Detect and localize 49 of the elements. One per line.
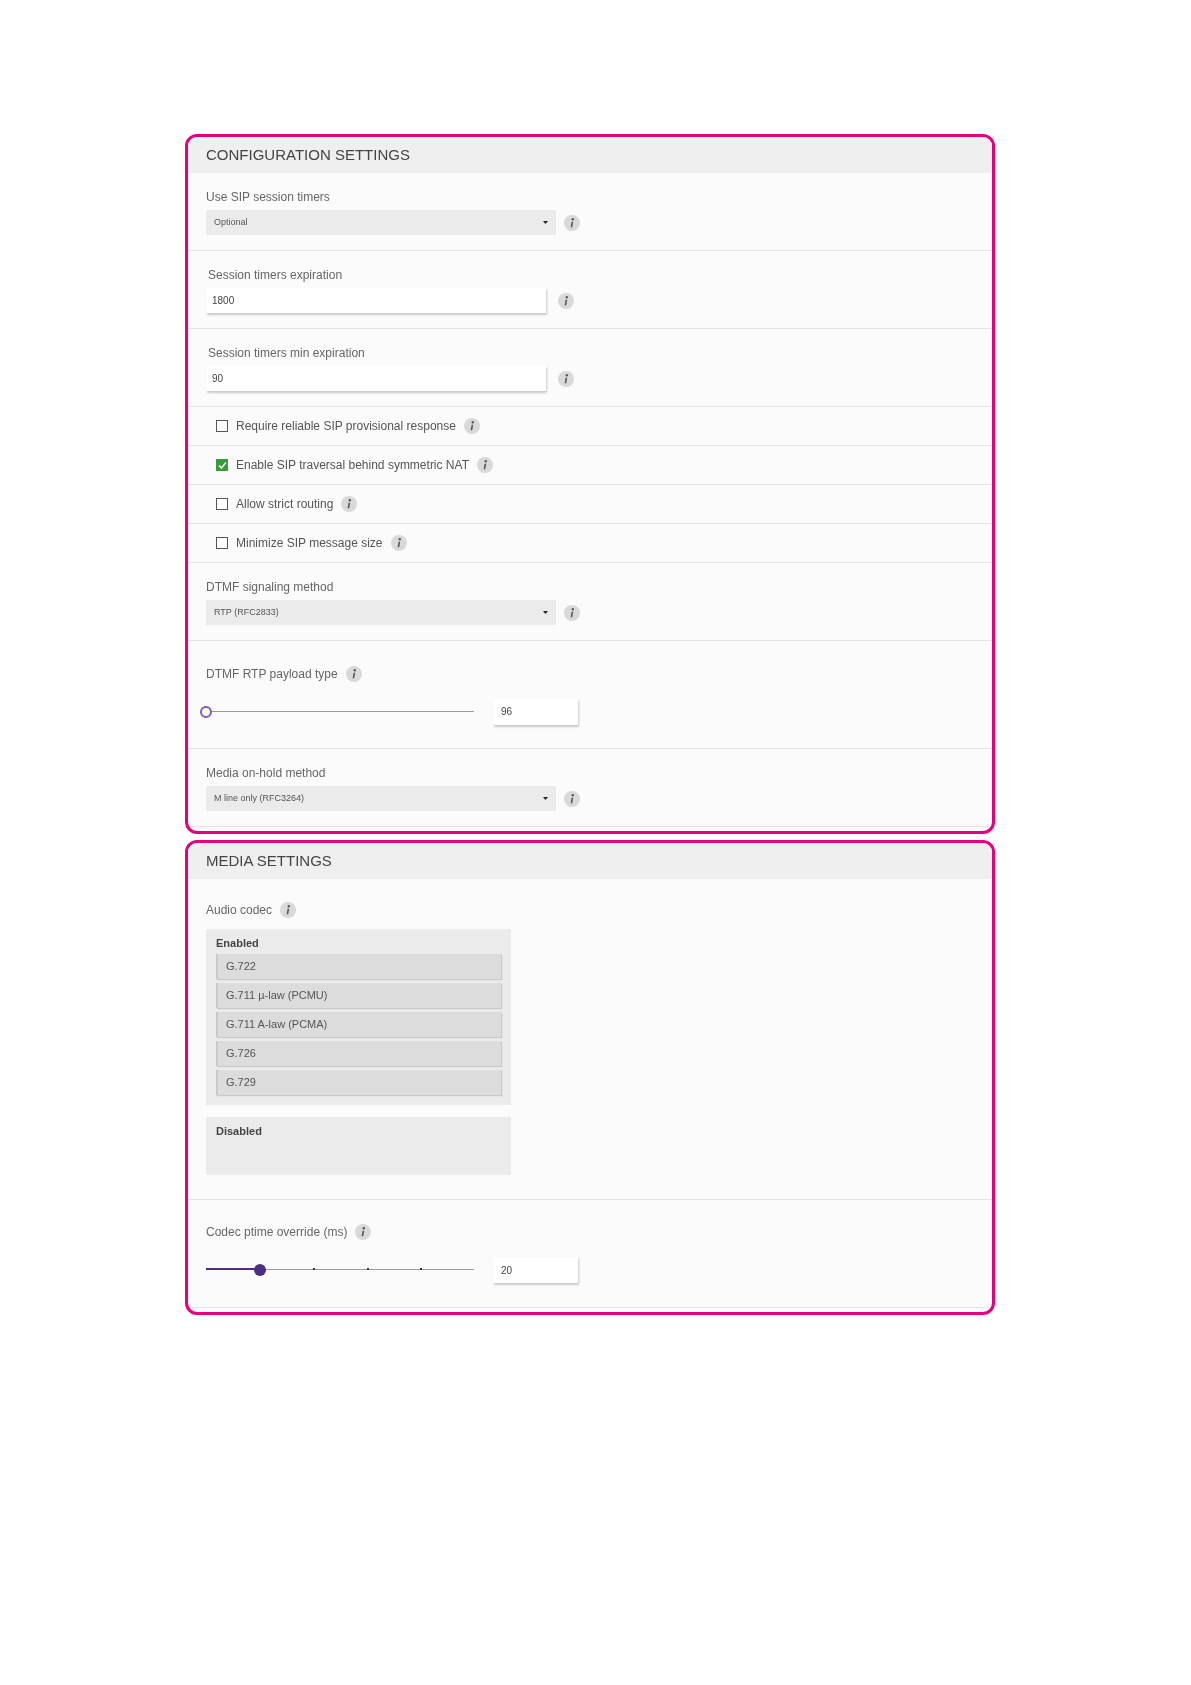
list-title: Disabled <box>216 1123 263 1139</box>
info-icon[interactable] <box>558 292 574 309</box>
value-field[interactable]: 20 <box>493 1257 578 1283</box>
list-title: Enabled <box>216 936 260 951</box>
info-icon[interactable] <box>463 418 480 434</box>
caret-icon <box>543 221 548 224</box>
field-label: Session timers min expiration <box>208 345 365 362</box>
info-icon[interactable] <box>558 370 574 387</box>
checkbox[interactable] <box>216 420 228 432</box>
caret-icon <box>543 797 548 800</box>
checkbox-label: Minimize SIP message size <box>236 535 383 552</box>
checkbox-label: Require reliable SIP provisional response <box>236 418 456 435</box>
field-label: Codec ptime override (ms) <box>206 1224 348 1241</box>
slider-thumb[interactable] <box>253 1264 266 1276</box>
info-icon[interactable] <box>477 457 493 473</box>
codec-item[interactable]: G.711 A-law (PCMA) <box>216 1011 501 1037</box>
dropdown[interactable]: Optional <box>206 210 556 235</box>
value-field[interactable]: 96 <box>493 698 578 725</box>
info-icon[interactable] <box>355 1224 372 1240</box>
info-icon[interactable] <box>280 902 297 918</box>
dropdown[interactable]: RTP (RFC2833) <box>206 600 556 625</box>
field-label: Media on-hold method <box>206 765 326 782</box>
codec-item[interactable]: G.711 µ-law (PCMU) <box>216 982 501 1008</box>
field-label: Session timers expiration <box>208 267 343 284</box>
info-icon[interactable] <box>564 214 580 231</box>
field-label: DTMF RTP payload type <box>206 665 338 683</box>
info-icon[interactable] <box>564 604 580 621</box>
checkbox-label: Enable SIP traversal behind symmetric NAT <box>236 457 469 474</box>
codec-item[interactable]: G.726 <box>216 1040 501 1066</box>
text-field[interactable]: 90 <box>206 366 546 391</box>
section-title: CONFIGURATION SETTINGS <box>206 144 410 165</box>
dropdown[interactable]: M line only (RFC3264) <box>206 786 556 811</box>
info-icon[interactable] <box>345 665 362 682</box>
field-label: Audio codec <box>206 902 273 919</box>
checkbox[interactable] <box>216 459 228 471</box>
section-title: MEDIA SETTINGS <box>206 850 332 871</box>
info-icon[interactable] <box>341 496 358 512</box>
codec-item[interactable]: G.729 <box>216 1069 501 1095</box>
field-label: Use SIP session timers <box>206 189 330 206</box>
checkbox-label: Allow strict routing <box>236 496 334 513</box>
slider-thumb[interactable] <box>200 705 212 718</box>
info-icon[interactable] <box>564 790 580 807</box>
codec-item[interactable]: G.722 <box>216 953 501 979</box>
caret-icon <box>543 611 548 614</box>
text-field[interactable]: 1800 <box>206 288 546 313</box>
checkbox[interactable] <box>216 498 228 510</box>
info-icon[interactable] <box>390 535 407 551</box>
checkbox[interactable] <box>216 537 228 549</box>
field-label: DTMF signaling method <box>206 579 334 596</box>
